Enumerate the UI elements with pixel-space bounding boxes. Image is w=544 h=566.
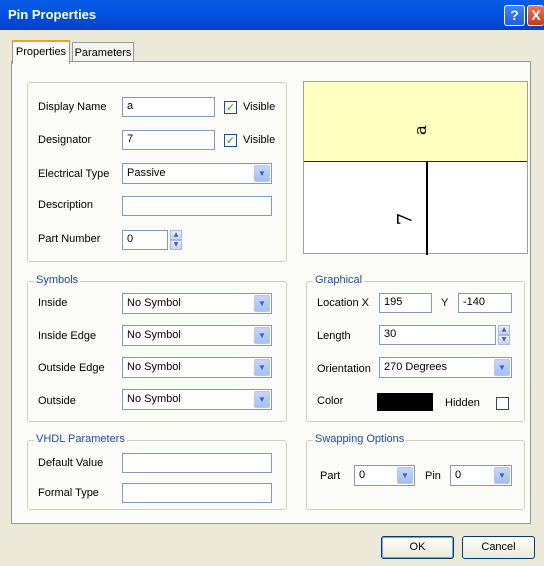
outside-edge-select[interactable]: No Symbol ▼ <box>122 357 272 378</box>
chevron-down-icon[interactable]: ▼ <box>494 467 510 484</box>
help-button[interactable]: ? <box>504 5 525 26</box>
part-number-spinner[interactable]: ▲ ▼ <box>170 230 182 250</box>
chevron-down-icon[interactable]: ▼ <box>254 295 270 312</box>
close-button[interactable]: X <box>527 5 544 26</box>
description-label: Description <box>38 199 94 211</box>
length-spinner[interactable]: ▲ ▼ <box>498 325 510 345</box>
designator-label: Designator <box>38 134 92 146</box>
hidden-label: Hidden <box>445 397 480 409</box>
preview-pin-designator: 7 <box>392 212 417 226</box>
default-value-label: Default Value <box>38 457 104 469</box>
electrical-type-value: Passive <box>127 167 166 179</box>
designator-visible-label: Visible <box>243 134 276 146</box>
display-name-visible-label: Visible <box>243 101 276 113</box>
spin-down-icon[interactable]: ▼ <box>170 240 182 250</box>
color-label: Color <box>317 395 344 407</box>
outside-select[interactable]: No Symbol ▼ <box>122 389 272 410</box>
display-name-visible-checkbox[interactable]: ✓ <box>224 101 237 114</box>
location-y-input[interactable]: -140 <box>458 293 512 313</box>
outside-value: No Symbol <box>127 393 181 405</box>
hidden-checkbox[interactable] <box>496 397 509 410</box>
swap-part-label: Part <box>320 470 341 482</box>
part-number-label: Part Number <box>38 233 101 245</box>
inside-edge-label: Inside Edge <box>38 330 97 342</box>
chevron-down-icon[interactable]: ▼ <box>494 359 510 376</box>
spin-up-icon[interactable]: ▲ <box>498 325 510 335</box>
chevron-down-icon[interactable]: ▼ <box>254 165 270 182</box>
spin-up-icon[interactable]: ▲ <box>170 230 182 240</box>
designator-visible-checkbox[interactable]: ✓ <box>224 134 237 147</box>
default-value-input[interactable] <box>122 453 272 473</box>
swap-pin-value: 0 <box>455 469 462 481</box>
orientation-value: 270 Degrees <box>384 361 447 373</box>
preview-pin-line <box>426 162 428 255</box>
electrical-type-label: Electrical Type <box>38 168 110 180</box>
outside-edge-value: No Symbol <box>127 361 181 373</box>
description-input[interactable] <box>122 196 272 216</box>
formal-type-input[interactable] <box>122 483 272 503</box>
swapping-options-group-title: Swapping Options <box>313 433 407 445</box>
tab-properties[interactable]: Properties <box>12 40 70 64</box>
display-name-label: Display Name <box>38 101 107 113</box>
symbols-group-title: Symbols <box>34 274 81 286</box>
inside-edge-value: No Symbol <box>127 329 181 341</box>
chevron-down-icon[interactable]: ▼ <box>254 359 270 376</box>
length-label: Length <box>317 330 351 342</box>
color-swatch[interactable] <box>377 393 433 411</box>
formal-type-label: Formal Type <box>38 487 99 499</box>
window-title: Pin Properties <box>8 7 97 22</box>
inside-select[interactable]: No Symbol ▼ <box>122 293 272 314</box>
inside-label: Inside <box>38 297 68 309</box>
outside-edge-label: Outside Edge <box>38 362 105 374</box>
swap-part-value: 0 <box>359 469 366 481</box>
preview-name-area <box>304 82 527 162</box>
designator-input[interactable]: 7 <box>122 130 215 150</box>
spin-down-icon[interactable]: ▼ <box>498 335 510 345</box>
orientation-label: Orientation <box>317 363 371 375</box>
chevron-down-icon[interactable]: ▼ <box>254 327 270 344</box>
graphical-group-title: Graphical <box>313 274 365 286</box>
location-x-input[interactable]: 195 <box>379 293 432 313</box>
orientation-select[interactable]: 270 Degrees ▼ <box>379 357 512 378</box>
location-y-label: Y <box>441 297 449 309</box>
ok-button[interactable]: OK <box>381 536 454 559</box>
pin-preview: a 7 <box>303 81 528 255</box>
swap-pin-select[interactable]: 0 ▼ <box>450 465 512 486</box>
swap-pin-label: Pin <box>425 470 441 482</box>
electrical-type-select[interactable]: Passive ▼ <box>122 163 272 184</box>
vhdl-parameters-group-title: VHDL Parameters <box>34 433 127 445</box>
display-name-input[interactable]: a <box>122 97 215 117</box>
location-x-label: Location X <box>317 297 369 309</box>
chevron-down-icon[interactable]: ▼ <box>254 391 270 408</box>
length-input[interactable]: 30 <box>379 325 496 345</box>
title-bar[interactable]: Pin Properties ? X <box>0 0 544 30</box>
pin-properties-dialog: Pin Properties ? X Properties Parameters… <box>0 0 544 566</box>
preview-pin-name: a <box>411 124 432 136</box>
inside-value: No Symbol <box>127 297 181 309</box>
outside-label: Outside <box>38 395 76 407</box>
part-number-input[interactable]: 0 <box>122 230 168 250</box>
swap-part-select[interactable]: 0 ▼ <box>354 465 415 486</box>
cancel-button[interactable]: Cancel <box>462 536 535 559</box>
chevron-down-icon[interactable]: ▼ <box>397 467 413 484</box>
inside-edge-select[interactable]: No Symbol ▼ <box>122 325 272 346</box>
